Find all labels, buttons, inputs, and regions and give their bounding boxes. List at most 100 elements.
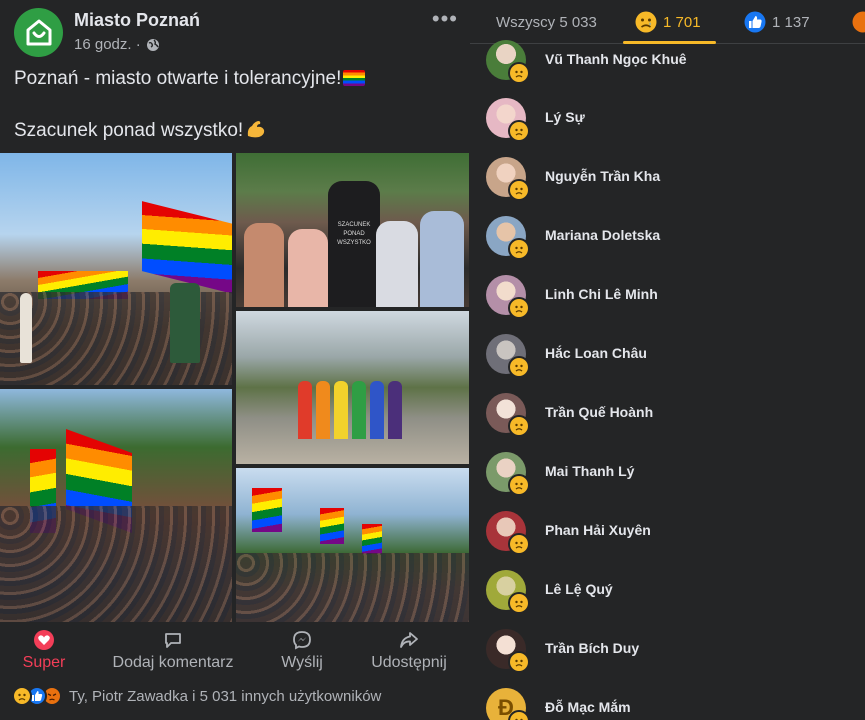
tab-sad-reactions[interactable]: 1 701: [635, 0, 701, 44]
person: [288, 229, 328, 307]
user-name[interactable]: Nguyễn Trần Kha: [545, 168, 660, 184]
flexed-biceps-icon: [248, 121, 265, 138]
person-purple: [388, 381, 402, 439]
user-name[interactable]: Hắc Loan Châu: [545, 345, 647, 361]
post-text-line-1: Poznań - miasto otwarte i tolerancyjne!: [14, 68, 342, 89]
user-name[interactable]: Mai Thanh Lý: [545, 463, 634, 479]
post-meta: 16 godz. ·: [74, 36, 160, 53]
shirt-print: SZACUNEK PONAD WSZYSTKO: [337, 222, 371, 246]
tab-all-reactions[interactable]: Wszyscy 5 033: [496, 0, 597, 44]
person-blue: [370, 381, 384, 439]
post-actions: Super Dodaj komentarz Wyślij Udostępnij: [0, 628, 470, 678]
tab-like-reactions[interactable]: 1 137: [744, 0, 810, 44]
list-item[interactable]: Lý Sự: [486, 98, 846, 144]
tab-sad-count: 1 701: [663, 13, 701, 31]
share-button[interactable]: Udostępnij: [364, 628, 454, 678]
person: [376, 221, 418, 307]
person-mayor: SZACUNEK PONAD WSZYSTKO: [328, 181, 380, 307]
person: [170, 283, 200, 363]
sad-icon: [508, 120, 530, 142]
user-name[interactable]: Phan Hải Xuyên: [545, 522, 651, 538]
react-super-button[interactable]: Super: [18, 628, 70, 678]
rainbow-banner: [362, 524, 382, 554]
person-red: [298, 381, 312, 439]
react-super-label: Super: [22, 654, 66, 671]
sad-icon: [508, 592, 530, 614]
list-item[interactable]: Trần Bích Duy: [486, 629, 846, 675]
list-item[interactable]: Trần Quế Hoành: [486, 393, 846, 439]
reaction-tabs: Wszyscy 5 033 1 701 1 137: [470, 0, 865, 44]
post-photo-4[interactable]: [0, 389, 232, 622]
person: [20, 293, 32, 363]
list-item[interactable]: Nguyễn Trần Kha: [486, 157, 846, 203]
user-name[interactable]: Linh Chi Lê Minh: [545, 286, 658, 302]
list-item[interactable]: Vũ Thanh Ngọc Khuê: [486, 40, 846, 86]
list-item[interactable]: Linh Chi Lê Minh: [486, 275, 846, 321]
rainbow-flag-icon: [343, 70, 366, 86]
comment-button[interactable]: Dodaj komentarz: [108, 628, 238, 678]
list-item[interactable]: Lê Lệ Quý: [486, 570, 846, 616]
list-item[interactable]: Phan Hải Xuyên: [486, 511, 846, 557]
sad-icon: [508, 179, 530, 201]
tab-like-count: 1 137: [772, 13, 810, 31]
post-header: Miasto Poznań 16 godz. · •••: [14, 6, 460, 58]
messenger-icon: [293, 631, 311, 650]
user-name[interactable]: Lê Lệ Quý: [545, 581, 613, 597]
person-yellow: [334, 381, 348, 439]
like-icon: [744, 11, 766, 33]
person: [420, 211, 464, 307]
page-avatar[interactable]: [14, 8, 63, 57]
sad-icon: [508, 710, 530, 720]
user-name[interactable]: Lý Sự: [545, 109, 585, 125]
sad-icon: [508, 474, 530, 496]
sad-icon: [508, 297, 530, 319]
sad-icon: [635, 11, 657, 33]
person: [244, 223, 284, 307]
user-name[interactable]: Vũ Thanh Ngọc Khuê: [545, 51, 687, 67]
user-name[interactable]: Đỗ Mạc Mắm: [545, 699, 631, 715]
rainbow-flag: [142, 201, 232, 295]
sad-icon: [508, 533, 530, 555]
share-label: Udostępnij: [371, 654, 447, 671]
sad-icon: [508, 651, 530, 673]
list-item[interactable]: Mariana Doletska: [486, 216, 846, 262]
send-label: Wyślij: [281, 654, 323, 671]
sad-icon: [508, 62, 530, 84]
globe-icon: [146, 38, 159, 51]
comment-label: Dodaj komentarz: [112, 654, 234, 671]
post-photo-3[interactable]: [236, 311, 469, 464]
share-icon: [400, 632, 418, 648]
sad-icon: [12, 686, 32, 706]
crowd: [236, 552, 469, 622]
reactions-summary-text: Ty, Piotr Zawadka i 5 031 innych użytkow…: [69, 687, 382, 705]
user-name[interactable]: Trần Bích Duy: [545, 640, 639, 656]
person-green: [352, 381, 366, 439]
reactions-panel: Wszyscy 5 033 1 701 1 137 Vũ Thanh Ngọc …: [470, 0, 865, 720]
list-item[interactable]: Mai Thanh Lý: [486, 452, 846, 498]
comment-icon: [165, 633, 181, 648]
rainbow-banner: [320, 508, 344, 544]
post-time[interactable]: 16 godz. ·: [74, 36, 141, 53]
post-photo-1[interactable]: [0, 153, 232, 385]
post-photo-5[interactable]: [236, 468, 469, 622]
sad-icon: [508, 415, 530, 437]
heart-icon: [34, 630, 54, 650]
send-button[interactable]: Wyślij: [272, 628, 332, 678]
city-logo-icon: [26, 19, 51, 45]
post-text-line-2: Szacunek ponad wszystko!: [14, 120, 244, 141]
more-options-button[interactable]: •••: [432, 6, 458, 32]
angry-icon: [852, 11, 865, 33]
user-name[interactable]: Trần Quế Hoành: [545, 404, 653, 420]
post: Miasto Poznań 16 godz. · ••• Poznań - mi…: [0, 0, 470, 720]
crowd: [0, 505, 232, 622]
page-name[interactable]: Miasto Poznań: [74, 10, 200, 31]
rainbow-banner: [252, 488, 282, 532]
user-name[interactable]: Mariana Doletska: [545, 227, 660, 243]
person-orange: [316, 381, 330, 439]
reactions-summary[interactable]: Ty, Piotr Zawadka i 5 031 innych użytkow…: [12, 685, 467, 707]
list-item[interactable]: Đ Đỗ Mạc Mắm: [486, 688, 846, 720]
tab-angry-reactions[interactable]: [852, 0, 865, 44]
list-item[interactable]: Hắc Loan Châu: [486, 334, 846, 380]
post-photo-2[interactable]: SZACUNEK PONAD WSZYSTKO: [236, 153, 469, 307]
sad-icon: [508, 356, 530, 378]
